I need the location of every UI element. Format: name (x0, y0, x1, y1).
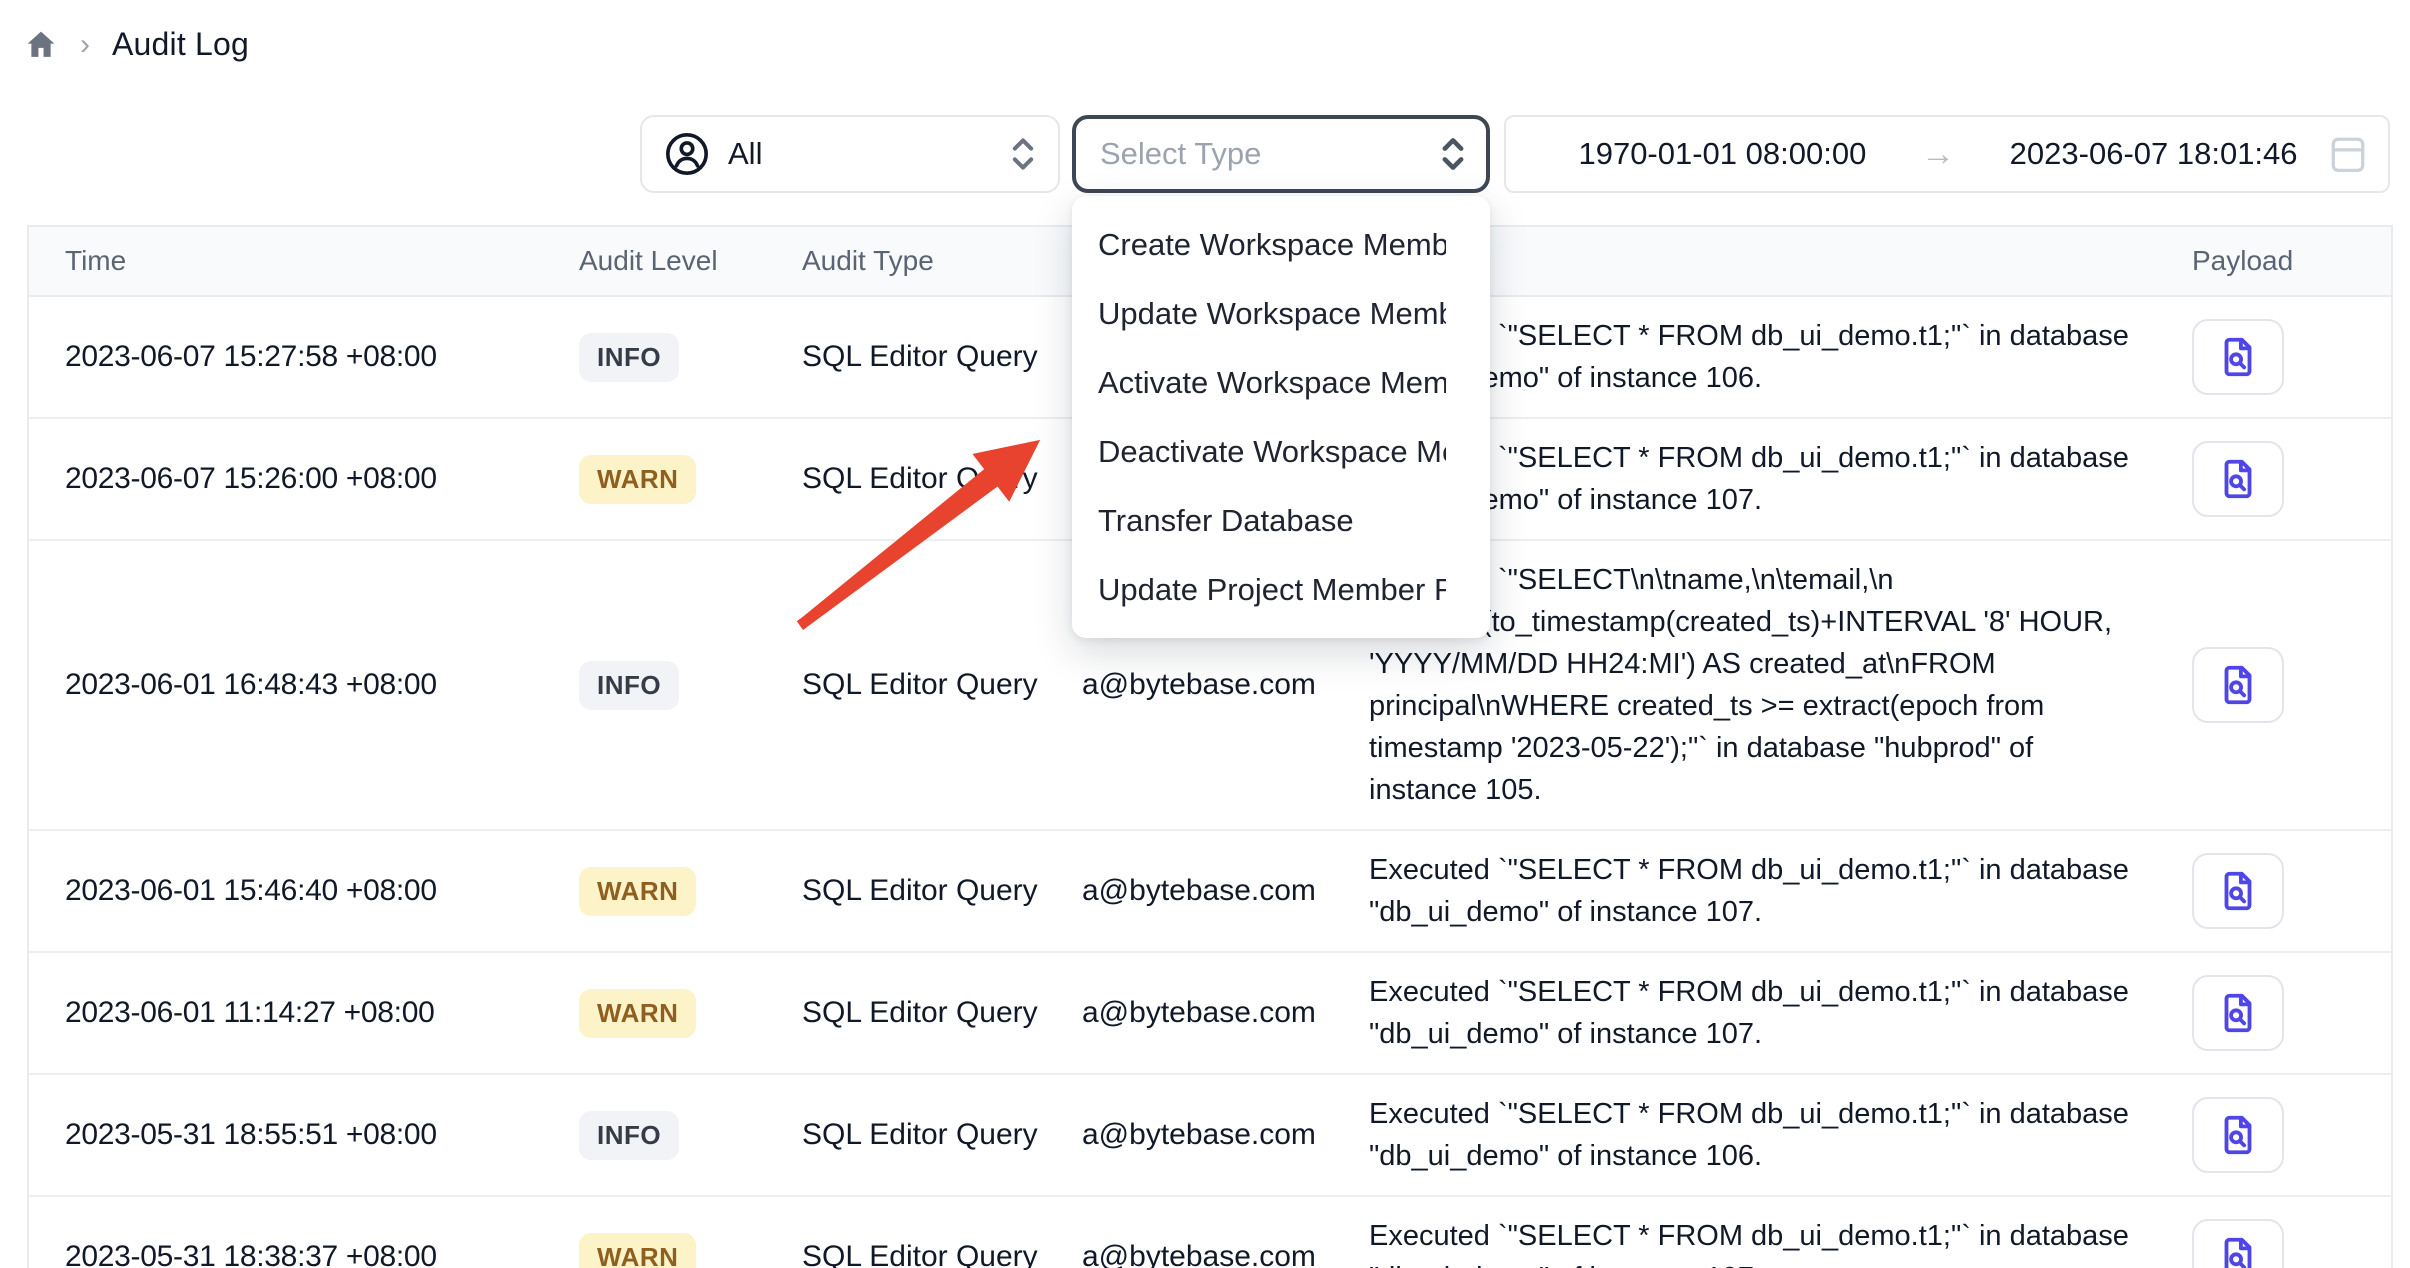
col-header-time: Time (65, 245, 579, 277)
view-payload-button[interactable] (2192, 319, 2284, 395)
cell-payload (2169, 853, 2391, 929)
cell-audit-level: WARN (579, 867, 802, 916)
type-dropdown-menu: Create Workspace Member Update Workspace… (1072, 196, 1490, 638)
cell-comment: Executed `"SELECT * FROM db_ui_demo.t1;"… (1369, 1215, 2169, 1268)
home-icon[interactable] (24, 28, 58, 62)
cell-audit-type: SQL Editor Query (802, 340, 1082, 374)
audit-level-badge: WARN (579, 989, 696, 1038)
cell-time: 2023-06-07 15:26:00 +08:00 (65, 462, 579, 496)
date-range-start[interactable]: 1970-01-01 08:00:00 (1546, 136, 1899, 172)
audit-level-badge: WARN (579, 867, 696, 916)
cell-audit-type: SQL Editor Query (802, 1118, 1082, 1152)
table-row: 2023-06-01 11:14:27 +08:00 WARN SQL Edit… (29, 953, 2391, 1075)
cell-time: 2023-05-31 18:38:37 +08:00 (65, 1240, 579, 1268)
file-search-icon (2215, 990, 2261, 1036)
cell-audit-level: INFO (579, 661, 802, 710)
col-header-audit-type: Audit Type (802, 245, 1082, 277)
cell-time: 2023-06-01 15:46:40 +08:00 (65, 874, 579, 908)
audit-level-badge: WARN (579, 1233, 696, 1268)
table-row: 2023-05-31 18:38:37 +08:00 WARN SQL Edit… (29, 1197, 2391, 1268)
filter-bar: All Select Type 1970-01-01 08:00:00 → 20… (0, 115, 2410, 195)
type-dropdown-option[interactable]: Deactivate Workspace Member (1072, 417, 1490, 486)
cell-audit-level: INFO (579, 1111, 802, 1160)
page-title: Audit Log (112, 26, 249, 63)
cell-actor: a@bytebase.com (1082, 1240, 1369, 1268)
type-filter-select[interactable]: Select Type (1072, 115, 1490, 193)
type-dropdown-option[interactable]: Activate Workspace Member (1072, 348, 1490, 417)
col-header-payload: Payload (2169, 245, 2391, 277)
cell-payload (2169, 441, 2391, 517)
breadcrumb-chevron-icon: › (80, 28, 90, 62)
cell-actor: a@bytebase.com (1082, 874, 1369, 908)
type-dropdown-option[interactable]: Update Project Member Role (1072, 555, 1490, 624)
cell-time: 2023-06-01 11:14:27 +08:00 (65, 996, 579, 1030)
audit-level-badge: INFO (579, 661, 679, 710)
type-filter-placeholder: Select Type (1100, 136, 1438, 172)
table-row: 2023-06-01 15:46:40 +08:00 WARN SQL Edit… (29, 831, 2391, 953)
audit-level-badge: INFO (579, 333, 679, 382)
cell-payload (2169, 975, 2391, 1051)
chevron-updown-icon (1008, 135, 1038, 173)
type-dropdown-option[interactable]: Update Workspace Member (1072, 279, 1490, 348)
view-payload-button[interactable] (2192, 975, 2284, 1051)
view-payload-button[interactable] (2192, 1097, 2284, 1173)
cell-payload (2169, 1219, 2391, 1268)
file-search-icon (2215, 334, 2261, 380)
file-search-icon (2215, 1112, 2261, 1158)
cell-actor: a@bytebase.com (1082, 668, 1369, 702)
audit-level-badge: INFO (579, 1111, 679, 1160)
calendar-icon (2330, 134, 2366, 174)
cell-comment: Executed `"SELECT * FROM db_ui_demo.t1;"… (1369, 849, 2169, 933)
view-payload-button[interactable] (2192, 853, 2284, 929)
file-search-icon (2215, 1234, 2261, 1268)
user-circle-icon (664, 131, 710, 177)
cell-time: 2023-06-01 16:48:43 +08:00 (65, 668, 579, 702)
actor-filter-select[interactable]: All (640, 115, 1060, 193)
cell-actor: a@bytebase.com (1082, 996, 1369, 1030)
breadcrumb: › Audit Log (24, 26, 249, 63)
date-range-picker[interactable]: 1970-01-01 08:00:00 → 2023-06-07 18:01:4… (1504, 115, 2390, 193)
cell-audit-level: WARN (579, 989, 802, 1038)
audit-log-page: › Audit Log All Select Type (0, 0, 2410, 1268)
type-dropdown-option[interactable]: Transfer Database (1072, 486, 1490, 555)
cell-time: 2023-06-07 15:27:58 +08:00 (65, 340, 579, 374)
cell-comment: Executed `"SELECT * FROM db_ui_demo.t1;"… (1369, 1093, 2169, 1177)
cell-audit-type: SQL Editor Query (802, 1240, 1082, 1268)
table-row: 2023-05-31 18:55:51 +08:00 INFO SQL Edit… (29, 1075, 2391, 1197)
view-payload-button[interactable] (2192, 647, 2284, 723)
file-search-icon (2215, 662, 2261, 708)
cell-time: 2023-05-31 18:55:51 +08:00 (65, 1118, 579, 1152)
cell-payload (2169, 319, 2391, 395)
audit-level-badge: WARN (579, 455, 696, 504)
chevron-updown-icon (1438, 135, 1468, 173)
cell-payload (2169, 647, 2391, 723)
actor-filter-value: All (728, 136, 990, 172)
cell-audit-type: SQL Editor Query (802, 874, 1082, 908)
cell-comment: Executed `"SELECT * FROM db_ui_demo.t1;"… (1369, 971, 2169, 1055)
cell-actor: a@bytebase.com (1082, 1118, 1369, 1152)
type-dropdown-option[interactable]: Create Workspace Member (1072, 210, 1490, 279)
date-range-arrow-icon: → (1899, 135, 1977, 174)
col-header-audit-level: Audit Level (579, 245, 802, 277)
cell-audit-level: WARN (579, 455, 802, 504)
date-range-end[interactable]: 2023-06-07 18:01:46 (1977, 136, 2330, 172)
file-search-icon (2215, 868, 2261, 914)
cell-audit-type: SQL Editor Query (802, 668, 1082, 702)
cell-audit-type: SQL Editor Query (802, 996, 1082, 1030)
cell-audit-level: WARN (579, 1233, 802, 1268)
cell-payload (2169, 1097, 2391, 1173)
cell-audit-type: SQL Editor Query (802, 462, 1082, 496)
file-search-icon (2215, 456, 2261, 502)
view-payload-button[interactable] (2192, 1219, 2284, 1268)
view-payload-button[interactable] (2192, 441, 2284, 517)
cell-audit-level: INFO (579, 333, 802, 382)
